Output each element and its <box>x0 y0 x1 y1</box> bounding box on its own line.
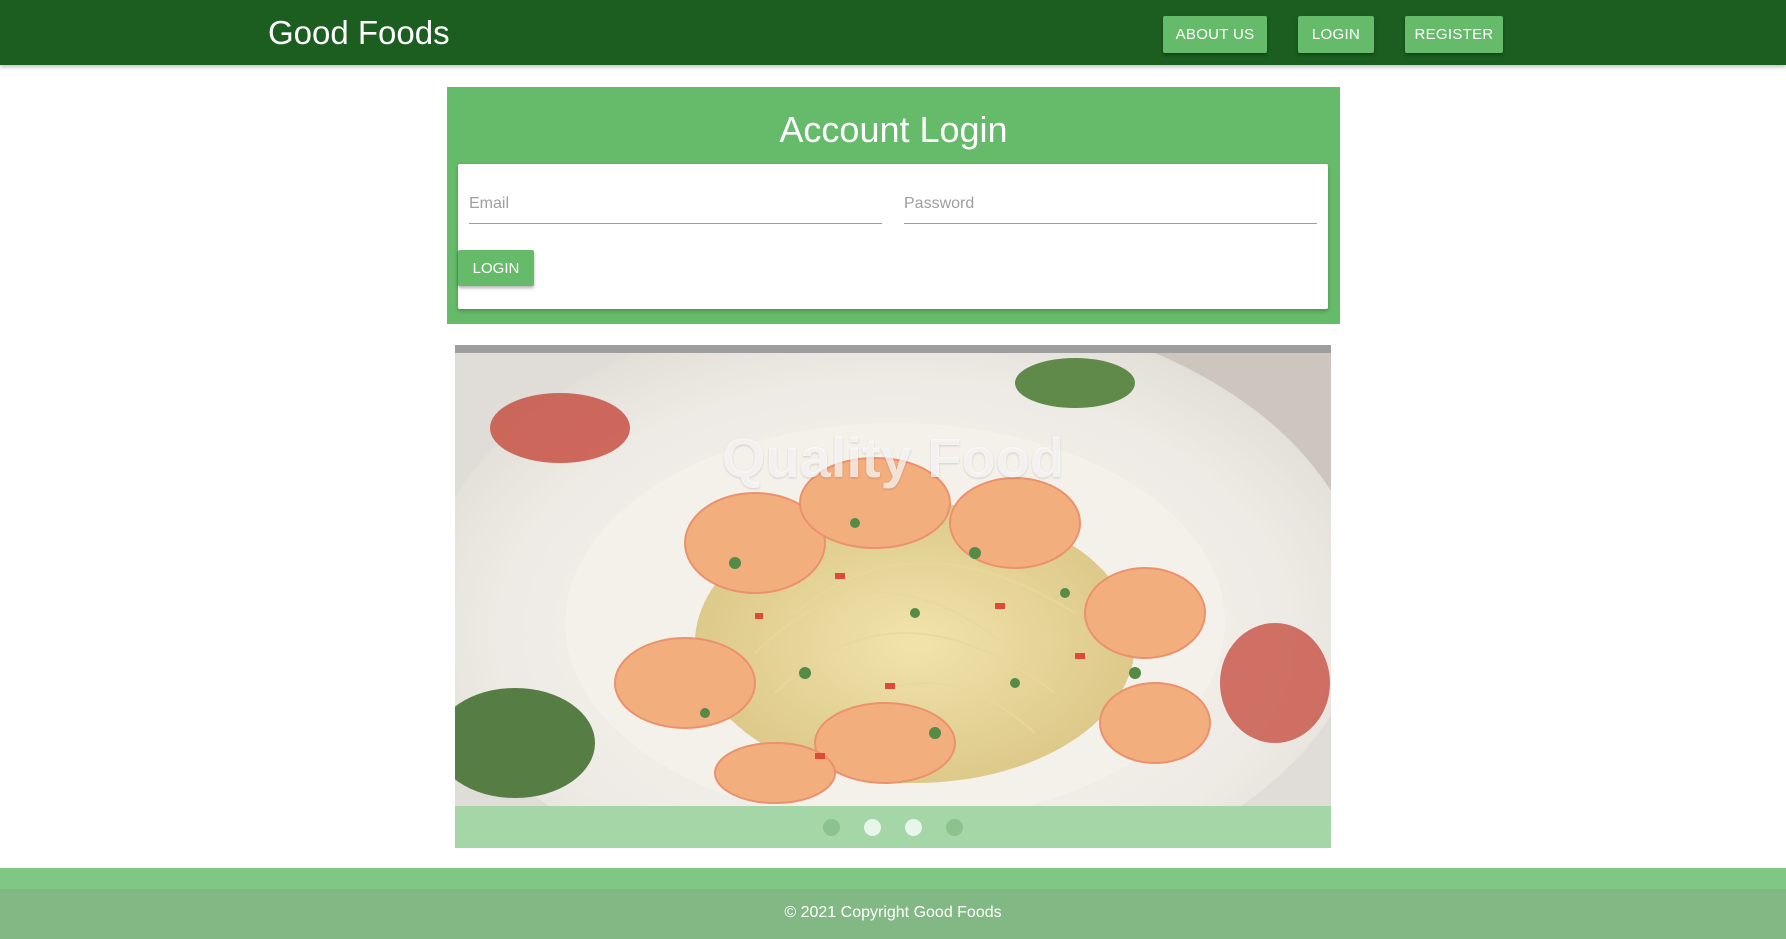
carousel-top-bar <box>455 345 1331 353</box>
carousel-dot-3[interactable] <box>905 819 922 836</box>
footer: © 2021 Copyright Good Foods <box>0 889 1786 939</box>
navbar: Good Foods ABOUT US LOGIN REGISTER <box>0 0 1786 65</box>
password-field[interactable] <box>904 184 1317 224</box>
carousel-dot-1[interactable] <box>823 819 840 836</box>
about-us-button[interactable]: ABOUT US <box>1163 16 1267 53</box>
email-field[interactable] <box>469 184 882 224</box>
carousel-dot-2[interactable] <box>864 819 881 836</box>
register-button[interactable]: REGISTER <box>1405 16 1503 53</box>
brand-logo[interactable]: Good Foods <box>268 12 450 54</box>
login-title: Account Login <box>779 109 1008 150</box>
login-card: Account Login LOGIN <box>447 87 1340 324</box>
login-form: LOGIN <box>458 164 1328 309</box>
footer-top-strip <box>0 868 1786 889</box>
carousel-indicators <box>455 819 1331 839</box>
footer-copyright: © 2021 Copyright Good Foods <box>784 904 1002 921</box>
carousel-dot-4[interactable] <box>946 819 963 836</box>
login-submit-button[interactable]: LOGIN <box>458 250 534 286</box>
nav-login-button[interactable]: LOGIN <box>1298 16 1374 53</box>
carousel-slide: Quality Food <box>455 353 1331 806</box>
pasta-shrimp-image <box>455 353 1331 806</box>
carousel-caption: Quality Food <box>721 426 1065 489</box>
image-carousel[interactable]: Quality Food <box>455 345 1331 848</box>
